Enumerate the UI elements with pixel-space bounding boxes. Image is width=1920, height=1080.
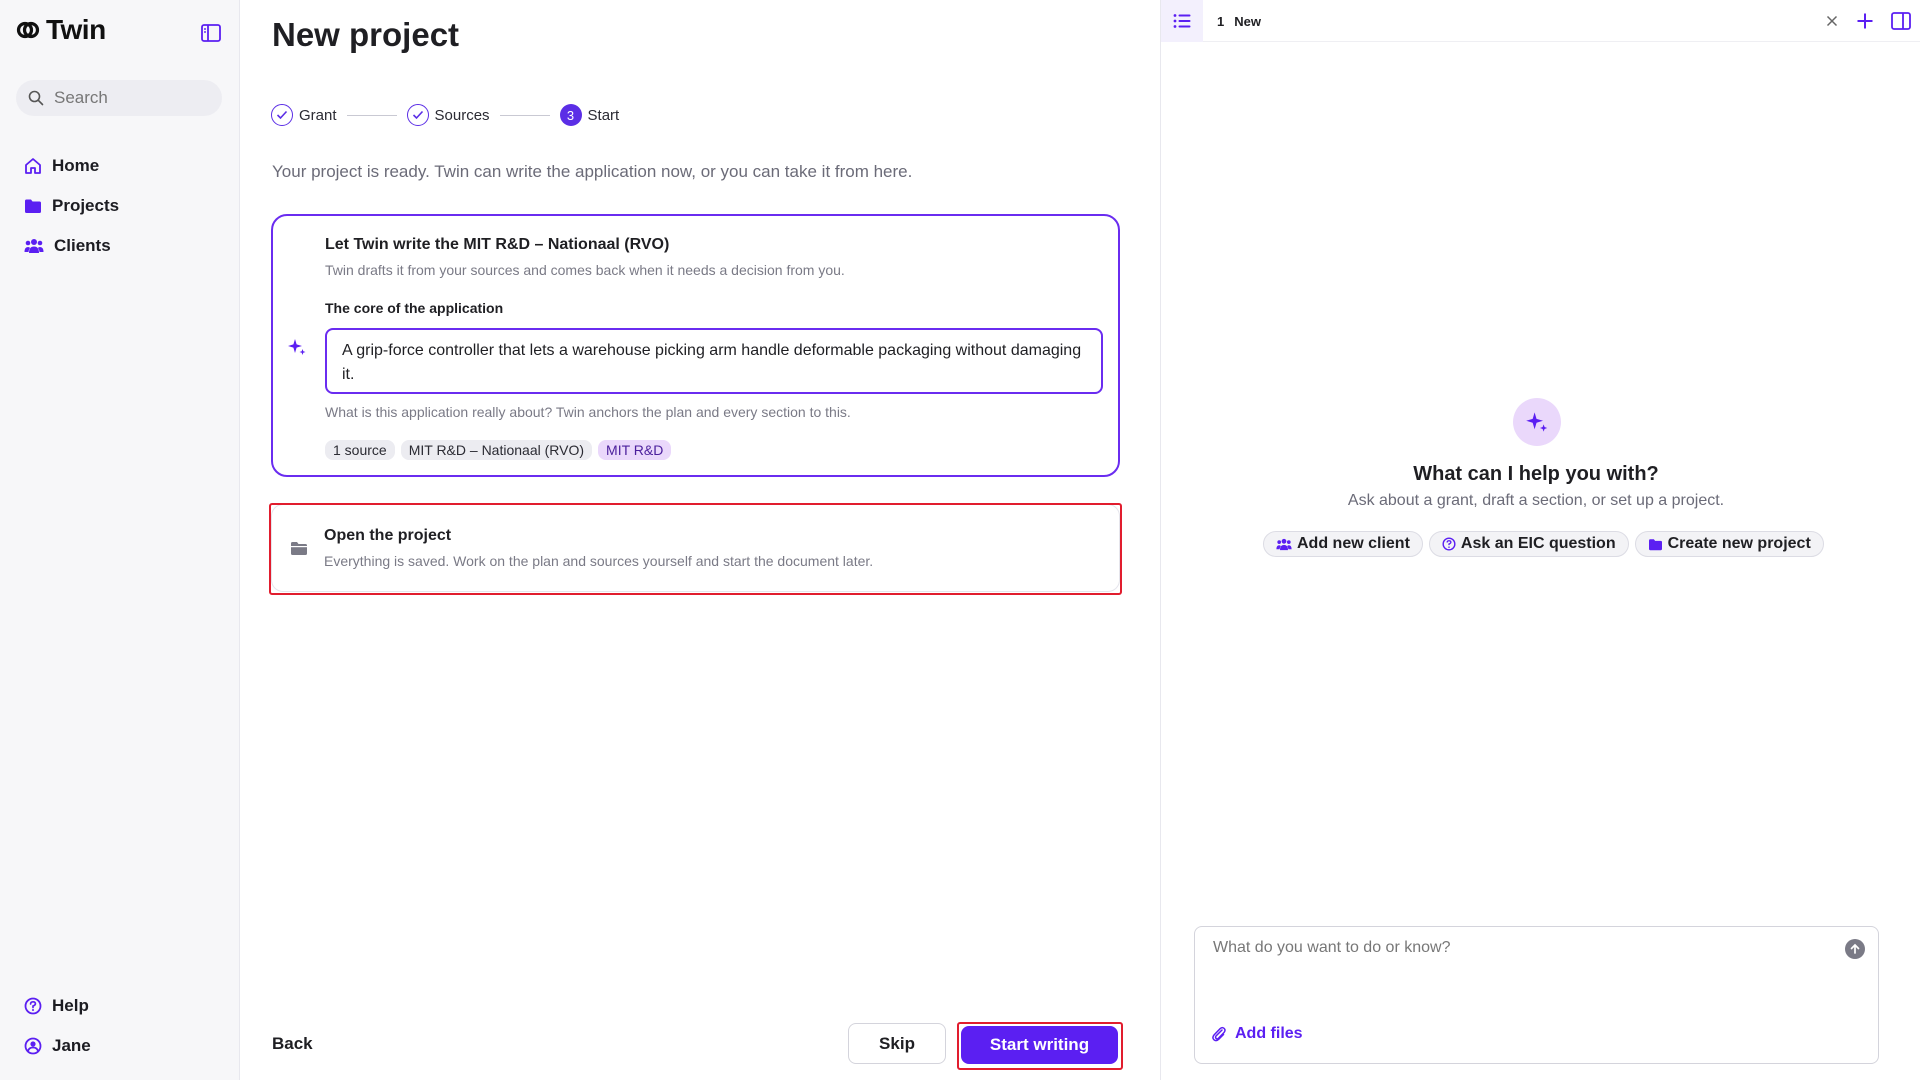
sparkle-icon xyxy=(1513,398,1561,446)
card-title: Let Twin write the MIT R&D – Nationaal (… xyxy=(325,236,670,253)
panel-layout-icon xyxy=(1891,12,1911,30)
sidebar-item-label: Home xyxy=(52,156,100,175)
sidebar: Twin Home Projects xyxy=(0,0,240,1080)
add-new-client-chip[interactable]: Add new client xyxy=(1263,531,1423,557)
check-icon xyxy=(406,104,429,126)
folder-icon xyxy=(25,199,41,213)
search-box[interactable] xyxy=(16,80,222,116)
sidebar-item-label: Jane xyxy=(52,1036,91,1055)
users-icon xyxy=(1276,538,1292,550)
step-connector xyxy=(346,114,397,116)
sidebar-item-label: Projects xyxy=(52,196,120,215)
search-input[interactable] xyxy=(54,88,204,108)
card-subtitle: Everything is saved. Work on the plan an… xyxy=(324,553,874,569)
check-icon xyxy=(271,104,293,126)
intro-text: Your project is ready. Twin can write th… xyxy=(272,162,913,181)
back-button[interactable]: Back xyxy=(272,1034,313,1054)
plus-icon xyxy=(1857,13,1873,29)
paperclip-icon xyxy=(1212,1026,1226,1042)
skip-button[interactable]: Skip xyxy=(848,1023,946,1064)
open-project-card[interactable]: Open the project Everything is saved. Wo… xyxy=(271,504,1120,592)
core-application-input[interactable]: A grip-force controller that lets a ware… xyxy=(325,328,1103,394)
sidebar-item-clients[interactable]: Clients xyxy=(24,236,111,256)
sidebar-item-label: Help xyxy=(52,996,89,1015)
stepper: Grant Sources 3 Start xyxy=(271,104,619,126)
assistant-panel: 1 New What can I help you with? Ask abou… xyxy=(1160,0,1920,1080)
folder-icon xyxy=(290,541,308,556)
sidebar-item-home[interactable]: Home xyxy=(24,156,99,176)
home-icon xyxy=(25,158,41,174)
chat-composer: Add files xyxy=(1194,926,1879,1064)
sidebar-toggle-icon xyxy=(201,24,221,42)
tab-new[interactable]: 1 New xyxy=(1217,14,1261,29)
add-files-label: Add files xyxy=(1235,1025,1303,1042)
step-number: 3 xyxy=(559,104,582,126)
sidebar-item-projects[interactable]: Projects xyxy=(24,196,119,216)
assistant-title: What can I help you with? xyxy=(1413,463,1659,485)
grant-tag: MIT R&D – Nationaal (RVO) xyxy=(400,440,593,460)
search-icon xyxy=(28,90,44,106)
helper-text: What is this application really about? T… xyxy=(325,404,851,420)
ask-eic-question-chip[interactable]: Ask an EIC question xyxy=(1428,531,1629,557)
step-grant[interactable]: Grant xyxy=(271,104,337,126)
chip-label: Ask an EIC question xyxy=(1460,535,1616,552)
add-files-button[interactable]: Add files xyxy=(1211,1025,1303,1043)
list-icon xyxy=(1173,14,1191,28)
step-start[interactable]: 3 Start xyxy=(559,104,620,126)
sidebar-item-user[interactable]: Jane xyxy=(24,1036,91,1056)
send-button[interactable] xyxy=(1845,939,1865,959)
step-label: Sources xyxy=(434,106,490,124)
tab-index: 1 xyxy=(1217,14,1225,29)
step-label: Grant xyxy=(299,106,337,124)
suggestion-chips: Add new client Ask an EIC question Creat… xyxy=(1263,531,1824,557)
assistant-subtitle: Ask about a grant, draft a section, or s… xyxy=(1347,492,1725,509)
chat-list-button[interactable] xyxy=(1161,0,1203,42)
folder-icon xyxy=(1648,538,1662,550)
panel-tab-bar: 1 New xyxy=(1161,0,1920,42)
new-chat-button[interactable] xyxy=(1853,9,1877,33)
write-application-card[interactable]: Let Twin write the MIT R&D – Nationaal (… xyxy=(271,214,1120,477)
panel-layout-button[interactable] xyxy=(1889,9,1913,33)
sidebar-item-help[interactable]: Help xyxy=(24,996,89,1016)
twin-logo-icon xyxy=(16,21,40,39)
start-writing-button[interactable]: Start writing xyxy=(961,1026,1118,1064)
help-icon xyxy=(24,997,42,1015)
card-title: Open the project xyxy=(324,527,452,544)
tag-list: 1 source MIT R&D – Nationaal (RVO) MIT R… xyxy=(325,440,672,460)
sidebar-item-label: Clients xyxy=(54,236,111,255)
app-name: Twin xyxy=(46,14,106,45)
app-logo[interactable]: Twin xyxy=(16,14,106,46)
help-icon xyxy=(1442,537,1456,551)
sparkle-icon xyxy=(287,337,307,357)
step-label: Start xyxy=(587,106,620,124)
chat-input[interactable] xyxy=(1213,939,1833,999)
chip-label: Create new project xyxy=(1667,535,1811,552)
arrow-up-icon xyxy=(1850,943,1860,954)
page-title: New project xyxy=(272,16,460,53)
tab-label: New xyxy=(1234,14,1261,29)
card-subtitle: Twin drafts it from your sources and com… xyxy=(325,262,845,278)
create-new-project-chip[interactable]: Create new project xyxy=(1634,531,1824,557)
chip-label: Add new client xyxy=(1297,535,1410,552)
user-icon xyxy=(24,1037,42,1055)
source-tag: 1 source xyxy=(325,440,395,460)
close-icon xyxy=(1826,15,1838,27)
step-connector xyxy=(499,114,550,116)
collapse-sidebar-button[interactable] xyxy=(198,20,224,46)
program-tag: MIT R&D xyxy=(598,440,672,460)
step-sources[interactable]: Sources xyxy=(406,104,490,126)
core-label: The core of the application xyxy=(325,300,504,316)
close-tab-button[interactable] xyxy=(1821,10,1843,32)
users-icon xyxy=(24,239,44,253)
